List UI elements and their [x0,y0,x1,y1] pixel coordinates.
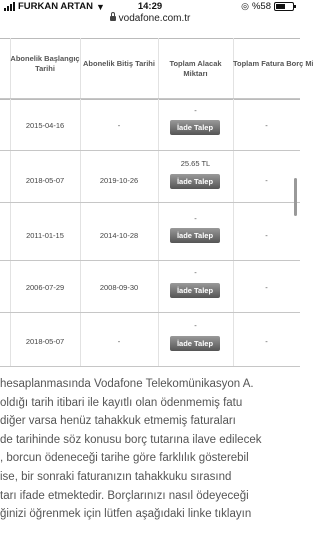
row3-amount: - [194,214,197,223]
address-bar[interactable]: vodafone.com.tr [0,12,300,24]
paragraph-line: ise, bir sonraki faturanızın tahakkuku s… [0,470,232,483]
row1-end: - [117,121,121,130]
refund-button[interactable]: İade Talep [170,228,220,243]
header-end-date: Abonelik Bitiş Tarihi [83,59,155,68]
row3-end: 2014-10-28 [99,231,139,240]
header-receivable: Toplam Alacak Miktarı [169,59,222,78]
paragraph-line: de tarihinde söz konusu borç tutarına il… [0,433,262,446]
row5-amount: - [194,321,197,330]
row2-end: 2019-10-26 [99,176,139,185]
row4-end: 2008-09-30 [99,283,139,292]
battery-area: ◎ %58 [241,1,296,12]
row4-amount: - [194,268,197,277]
status-bar: FURKAN ARTAN ▼ 14:29 ◎ %58 [0,0,300,12]
header-start-date: Abonelik Başlangıç Tarihi [10,54,80,73]
paragraph-line: oldığı tarih itibari ile kayıtlı olan öd… [0,396,243,409]
row4-start: 2006-07-29 [25,283,65,292]
url-text: vodafone.com.tr [118,13,191,24]
paragraph-line: diğer varsa henüz tahakkuk etmemiş fatur… [0,415,236,428]
lock-icon [109,12,116,21]
row5-debt: - [265,337,268,346]
paragraph-line: ğinizi öğrenmek için lütfen aşağıdaki li… [0,508,252,521]
row2-amount: 25.65 TL [180,159,211,168]
header-debt: Toplam Fatura Borç Miktarı [233,59,313,68]
row2-start: 2018-05-07 [25,176,65,185]
row3-start: 2011-01-15 [26,231,64,240]
info-paragraph: hesaplanmasında Vodafone Telekomünikasyo… [0,375,300,524]
refund-button[interactable]: İade Talep [170,283,220,298]
paragraph-line: , borcun ödeneceği tarihe göre farklılık… [0,452,249,465]
row2-debt: - [265,176,268,185]
paragraph-line: hesaplanmasında Vodafone Telekomünikasyo… [0,378,254,390]
row4-debt: - [265,283,268,292]
row5-end: - [117,337,121,346]
refund-button[interactable]: İade Talep [170,336,220,351]
rotation-lock-icon: ◎ [241,1,249,11]
row5-start: 2018-05-07 [25,337,65,346]
battery-icon [274,2,296,11]
row1-amount: - [194,106,197,115]
scrollbar[interactable] [294,178,297,216]
refund-button[interactable]: İade Talep [170,120,220,135]
row3-debt: - [265,231,268,240]
refund-button[interactable]: İade Talep [170,174,220,189]
row1-debt: - [265,121,268,130]
paragraph-line: tarı ifade etmektedir. Borçlarınızı nası… [0,489,249,502]
row1-start: 2015-04-16 [25,121,65,130]
battery-percent: %58 [251,1,271,12]
